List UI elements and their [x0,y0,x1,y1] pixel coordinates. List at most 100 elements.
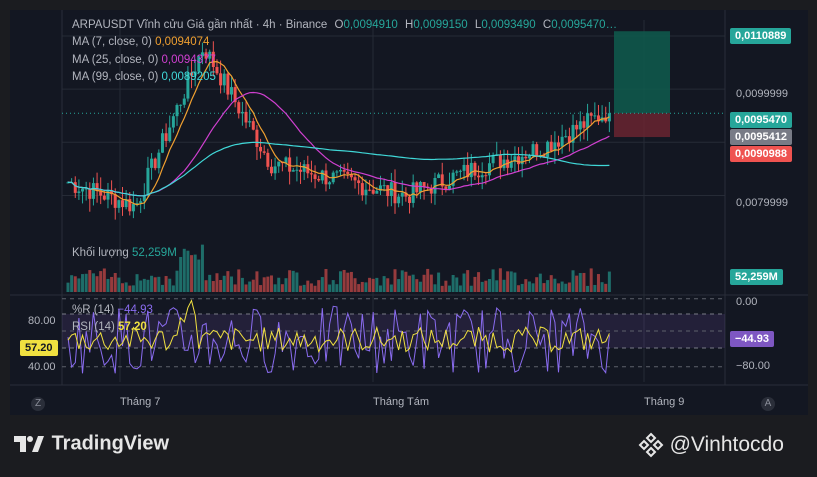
volume-bar [121,283,124,292]
volume-bar [157,276,161,292]
candle-body [117,200,121,208]
candle-body [589,113,593,116]
binance-logo-icon [638,432,664,458]
volume-bar [571,270,575,292]
ma7-value: 0,0094074 [155,36,210,48]
auto-scale-button[interactable]: A [761,397,775,411]
volume-bar [509,271,513,292]
candle-body [273,166,277,174]
volume-bar [164,276,168,292]
volume-bar [339,271,342,292]
volume-bar [502,279,506,292]
volume-bar [495,280,499,292]
candle-body [317,178,321,181]
low-value: 0,0093490 [481,19,536,31]
price-tick-bottom: 0,0079999 [736,197,788,209]
volume-bar [81,274,85,292]
candle-body [346,171,350,174]
volume-bar [411,274,415,292]
volume-bar [251,279,255,292]
rsi-legend[interactable]: RSI (14) 57.20 [72,320,147,334]
timezone-button[interactable]: Z [31,397,45,411]
volume-bar [538,273,542,292]
volume-bar [422,274,426,292]
candle-body [560,136,564,147]
tradingview-logo-icon [14,436,44,452]
volume-bar [473,276,477,292]
volume-bar [586,285,590,292]
volume-bar [408,275,412,292]
volume-bar [280,284,284,292]
volume-bar [150,275,154,292]
candle-body [269,166,273,174]
candle-body [168,127,172,141]
wr-legend[interactable]: %R (14) −44.93 [72,303,153,317]
volume-bar [469,285,473,292]
volume-bar [200,244,204,292]
wr-badge: −44.93 [730,331,774,347]
volume-bar [262,277,266,292]
high-value: 0,0099150 [413,19,468,31]
close-value: 0,0095470… [551,19,618,31]
volume-bar [266,276,270,292]
volume-bar [346,272,350,292]
ma25-legend[interactable]: MA (25, close, 0) 0,0094377 [72,53,216,67]
volume-bar [564,283,568,292]
volume-legend[interactable]: Khối lượng 52,259M [72,246,177,260]
candle-body [564,136,568,138]
rsi-label: RSI (14) [72,321,115,333]
volume-bar [433,284,437,292]
volume-bar [557,283,560,292]
candle-body [462,164,466,171]
rsi-badge: 57.20 [20,340,58,356]
candle-body [299,169,303,172]
volume-bar [368,277,372,292]
volume-bar [560,281,564,292]
chart-panel[interactable]: ARPAUSDT Vĩnh cửu Giá gần nhất · 4h · Bi… [10,10,808,415]
volume-bar [542,283,546,292]
volume-bar [320,277,324,292]
volume-bar [299,285,303,292]
volume-bar [95,276,99,292]
candle-body [88,188,92,199]
candle-body [153,158,157,169]
volume-bar [466,270,470,292]
tradingview-wordmark: TradingView [51,432,170,455]
candle-body [593,115,597,117]
ma7-legend[interactable]: MA (7, close, 0) 0,0094074 [72,35,209,49]
volume-bar [146,279,150,292]
candle-body [146,167,150,196]
volume-bar [349,271,353,292]
candle-body [226,73,230,95]
volume-bar [549,275,553,292]
tradingview-brand[interactable]: TradingView [12,432,169,456]
volume-bar [128,285,132,292]
volume-bar [593,284,597,292]
candle-body [182,98,186,105]
volume-bar [153,277,157,292]
candle-body [160,133,164,153]
candle-body [248,121,252,123]
volume-bar [222,275,226,292]
volume-bar [182,248,186,292]
volume-bar [66,282,70,292]
volume-bar [415,279,419,292]
volume-bar [527,281,531,292]
candle-body [546,141,550,157]
rsi-value: 57.20 [118,321,147,333]
ma99-legend[interactable]: MA (99, close, 0) 0,0089205 [72,70,216,84]
volume-bar [360,281,364,292]
volume-bar [142,278,146,292]
wr-tick-0: 0.00 [736,296,758,308]
volume-bar [99,271,103,292]
volume-bar [506,271,510,292]
volume-bar [371,278,375,292]
volume-bar [418,281,422,292]
candle-body [164,133,168,141]
volume-bar [248,281,252,292]
candle-body [535,144,539,157]
volume-bar [451,275,455,292]
candle-body [277,161,281,167]
volume-bar [458,285,462,292]
candle-body [219,73,223,86]
